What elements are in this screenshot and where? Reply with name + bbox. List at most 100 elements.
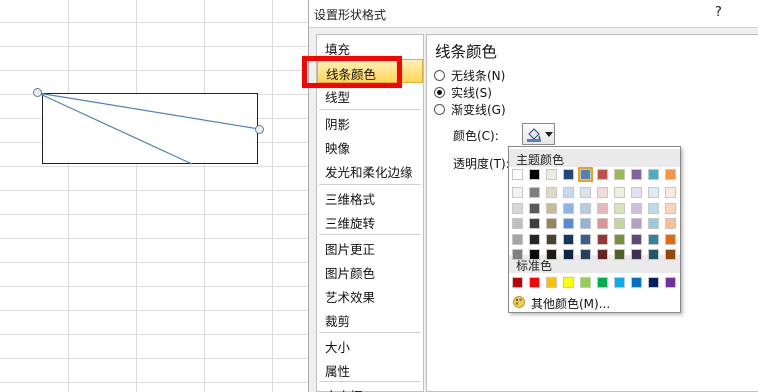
color-swatch[interactable] bbox=[665, 187, 676, 198]
color-swatch[interactable] bbox=[597, 249, 608, 260]
nav-item-3d-format[interactable]: 三维格式 bbox=[317, 185, 423, 209]
color-swatch[interactable] bbox=[563, 169, 574, 180]
nav-item-reflection[interactable]: 映像 bbox=[317, 134, 423, 158]
color-swatch[interactable] bbox=[631, 187, 642, 198]
color-swatch[interactable] bbox=[529, 249, 540, 260]
color-swatch[interactable] bbox=[546, 218, 557, 229]
color-swatch[interactable] bbox=[648, 169, 659, 180]
nav-item-glow[interactable]: 发光和柔化边缘 bbox=[317, 158, 423, 182]
color-swatch[interactable] bbox=[580, 187, 591, 198]
nav-item-3d-rotation[interactable]: 三维旋转 bbox=[317, 209, 423, 233]
color-swatch[interactable] bbox=[529, 218, 540, 229]
color-swatch[interactable] bbox=[631, 169, 642, 180]
no-line-radio[interactable] bbox=[434, 70, 445, 81]
nav-item-properties[interactable]: 属性 bbox=[317, 357, 423, 381]
color-swatch[interactable] bbox=[563, 218, 574, 229]
color-swatch[interactable] bbox=[648, 249, 659, 260]
line-shapes[interactable] bbox=[0, 0, 310, 392]
color-swatch[interactable] bbox=[597, 218, 608, 229]
nav-item-picture-corrections[interactable]: 图片更正 bbox=[317, 235, 423, 259]
color-swatch[interactable] bbox=[648, 187, 659, 198]
color-swatch[interactable] bbox=[512, 187, 523, 198]
color-swatch[interactable] bbox=[665, 202, 676, 214]
color-swatch[interactable] bbox=[614, 187, 625, 198]
color-swatch[interactable] bbox=[614, 218, 625, 229]
color-swatch[interactable] bbox=[563, 233, 574, 245]
nav-item-picture-color[interactable]: 图片颜色 bbox=[317, 259, 423, 283]
nav-item-text-box[interactable]: 文本框 bbox=[317, 382, 423, 392]
color-swatch[interactable] bbox=[631, 233, 642, 245]
color-swatch[interactable] bbox=[648, 202, 659, 214]
color-swatch[interactable] bbox=[665, 169, 676, 180]
color-swatch[interactable] bbox=[546, 187, 557, 198]
gradient-line-radio[interactable] bbox=[434, 104, 445, 115]
color-swatch[interactable] bbox=[580, 249, 591, 260]
color-swatch[interactable] bbox=[529, 169, 540, 180]
color-swatch[interactable] bbox=[665, 277, 676, 288]
color-swatch[interactable] bbox=[665, 249, 676, 260]
color-swatch[interactable] bbox=[580, 202, 591, 214]
shape-handle-start[interactable] bbox=[33, 88, 42, 97]
dialog-title: 设置形状格式 bbox=[314, 8, 387, 22]
color-swatch[interactable] bbox=[546, 169, 557, 180]
color-swatch[interactable] bbox=[512, 218, 523, 229]
highlight-box bbox=[302, 56, 402, 88]
color-swatch[interactable] bbox=[580, 169, 591, 180]
color-swatch[interactable] bbox=[580, 233, 591, 245]
nav-item-crop[interactable]: 裁剪 bbox=[317, 307, 423, 331]
color-picker-button[interactable] bbox=[522, 123, 555, 145]
color-swatch[interactable] bbox=[597, 233, 608, 245]
nav-item-artistic-effects[interactable]: 艺术效果 bbox=[317, 283, 423, 307]
color-swatch[interactable] bbox=[563, 277, 574, 288]
color-swatch[interactable] bbox=[546, 202, 557, 214]
color-swatch[interactable] bbox=[665, 233, 676, 245]
color-swatch[interactable] bbox=[512, 202, 523, 214]
color-swatch[interactable] bbox=[614, 169, 625, 180]
paint-bucket-icon bbox=[527, 128, 541, 142]
color-swatch[interactable] bbox=[614, 233, 625, 245]
color-swatch[interactable] bbox=[648, 277, 659, 288]
color-swatch[interactable] bbox=[597, 277, 608, 288]
color-swatch[interactable] bbox=[614, 202, 625, 214]
color-swatch[interactable] bbox=[648, 233, 659, 245]
color-swatch[interactable] bbox=[546, 277, 557, 288]
color-swatch[interactable] bbox=[631, 218, 642, 229]
color-swatch[interactable] bbox=[580, 218, 591, 229]
nav-item-shadow[interactable]: 阴影 bbox=[317, 110, 423, 134]
color-swatch[interactable] bbox=[614, 277, 625, 288]
color-swatch[interactable] bbox=[546, 249, 557, 260]
nav-item-size[interactable]: 大小 bbox=[317, 333, 423, 357]
color-swatch[interactable] bbox=[512, 249, 523, 260]
color-swatch[interactable] bbox=[529, 202, 540, 214]
color-swatch[interactable] bbox=[512, 169, 523, 180]
color-swatch[interactable] bbox=[597, 187, 608, 198]
no-line-label[interactable]: 无线条(N) bbox=[451, 67, 505, 84]
chevron-down-icon bbox=[545, 132, 553, 137]
line-shape-1 bbox=[37, 92, 260, 130]
dialog-titlebar[interactable]: 设置形状格式 ? bbox=[309, 0, 758, 28]
gradient-line-label[interactable]: 渐变线(G) bbox=[451, 101, 506, 118]
color-swatch[interactable] bbox=[546, 233, 557, 245]
help-button[interactable]: ? bbox=[715, 5, 722, 20]
color-swatch[interactable] bbox=[665, 218, 676, 229]
color-swatch[interactable] bbox=[631, 249, 642, 260]
color-swatch[interactable] bbox=[580, 277, 591, 288]
color-swatch[interactable] bbox=[529, 233, 540, 245]
color-swatch[interactable] bbox=[614, 249, 625, 260]
shape-handle-end[interactable] bbox=[255, 125, 264, 134]
color-swatch[interactable] bbox=[563, 187, 574, 198]
theme-colors-header: 主题颜色 bbox=[509, 149, 680, 167]
color-swatch[interactable] bbox=[563, 249, 574, 260]
color-swatch[interactable] bbox=[529, 187, 540, 198]
color-swatch[interactable] bbox=[563, 202, 574, 214]
color-swatch[interactable] bbox=[529, 277, 540, 288]
solid-line-radio[interactable] bbox=[434, 87, 445, 98]
color-swatch[interactable] bbox=[631, 202, 642, 214]
color-swatch[interactable] bbox=[648, 218, 659, 229]
color-swatch[interactable] bbox=[597, 202, 608, 214]
color-swatch[interactable] bbox=[512, 233, 523, 245]
solid-line-label[interactable]: 实线(S) bbox=[451, 84, 492, 101]
color-swatch[interactable] bbox=[512, 277, 523, 288]
color-swatch[interactable] bbox=[631, 277, 642, 288]
color-swatch[interactable] bbox=[597, 169, 608, 180]
